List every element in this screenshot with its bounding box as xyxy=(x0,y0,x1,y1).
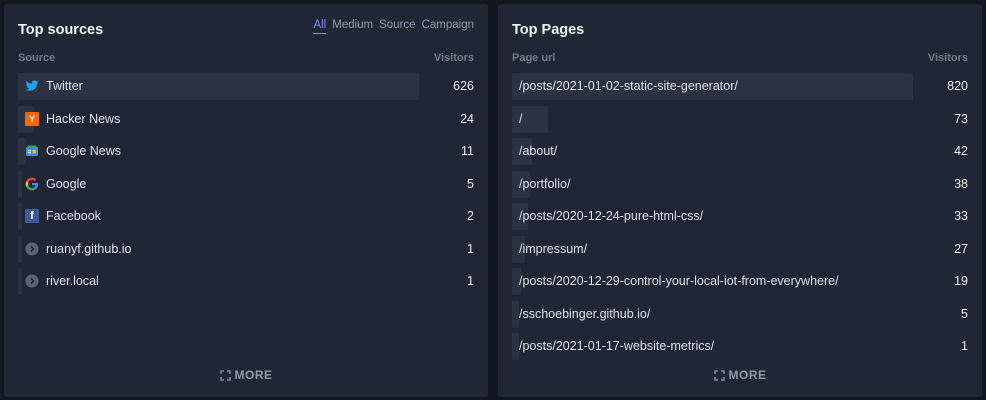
source-row[interactable]: f Facebook 2 xyxy=(18,201,474,234)
page-visitor-count: 1 xyxy=(961,339,968,353)
generic-site-icon xyxy=(25,274,39,288)
source-row[interactable]: Y Hacker News 24 xyxy=(18,104,474,137)
page-visitor-count: 5 xyxy=(961,306,968,321)
twitter-icon xyxy=(25,79,39,93)
page-visitor-count: 73 xyxy=(954,111,968,126)
page-url-column-header: Page url xyxy=(512,52,556,64)
source-label: Google News xyxy=(46,144,122,158)
source-visitor-count: 24 xyxy=(460,111,474,126)
source-row[interactable]: Twitter 626 xyxy=(18,71,474,104)
google-news-icon xyxy=(25,144,39,158)
page-row[interactable]: /sschoebinger.github.io/5 xyxy=(512,299,968,332)
expand-icon xyxy=(219,370,231,384)
page-visitor-count: 42 xyxy=(954,144,968,158)
page-label: /about/ xyxy=(519,144,558,158)
source-visitor-count: 1 xyxy=(467,274,474,288)
page-row[interactable]: /posts/2021-01-02-static-site-generator/… xyxy=(512,71,968,104)
source-share-bar xyxy=(18,203,22,230)
source-row[interactable]: Google 5 xyxy=(18,169,474,202)
source-label: Hacker News xyxy=(46,111,121,126)
tab-medium[interactable]: Medium xyxy=(332,19,373,34)
page-row[interactable]: /about/42 xyxy=(512,136,968,169)
page-label: /sschoebinger.github.io/ xyxy=(519,306,651,321)
visitors-column-header: Visitors xyxy=(433,52,474,64)
source-column-header: Source xyxy=(18,52,56,64)
page-visitor-count: 27 xyxy=(954,241,968,256)
source-row[interactable]: Google News 11 xyxy=(18,136,474,169)
page-label: /posts/2020-12-24-pure-html-css/ xyxy=(519,209,704,223)
source-row[interactable]: river.local 1 xyxy=(18,266,474,299)
source-label: Facebook xyxy=(46,209,101,223)
page-label: / xyxy=(519,111,523,126)
source-visitor-count: 626 xyxy=(453,79,474,93)
source-share-bar xyxy=(18,268,22,295)
source-share-bar xyxy=(18,235,22,263)
generic-site-icon xyxy=(25,242,39,256)
page-visitor-count: 820 xyxy=(947,79,968,93)
source-share-bar xyxy=(18,170,22,198)
google-icon xyxy=(25,177,39,191)
tab-source[interactable]: Source xyxy=(379,19,415,34)
page-row[interactable]: /posts/2020-12-24-pure-html-css/33 xyxy=(512,201,968,234)
facebook-icon: f xyxy=(25,209,39,223)
page-label: /portfolio/ xyxy=(519,176,571,191)
top-pages-title: Top Pages xyxy=(512,22,585,38)
page-label: /impressum/ xyxy=(519,241,588,256)
page-visitor-count: 33 xyxy=(954,209,968,223)
page-row[interactable]: /impressum/27 xyxy=(512,234,968,267)
sources-more-label: MORE xyxy=(234,368,273,382)
sources-more-button[interactable]: MORE xyxy=(4,368,488,384)
source-label: Google xyxy=(46,176,87,191)
source-label: ruanyf.github.io xyxy=(46,241,132,256)
source-tabs: All Medium Source Campaign xyxy=(313,19,474,34)
source-visitor-count: 1 xyxy=(467,241,474,256)
source-visitor-count: 5 xyxy=(467,176,474,191)
pages-more-label: MORE xyxy=(728,368,767,382)
page-label: /posts/2021-01-02-static-site-generator/ xyxy=(519,79,738,93)
source-list: Twitter 626 Y Hacker News 24 Google News 11 Goo… xyxy=(18,71,474,299)
page-visitor-count: 38 xyxy=(954,176,968,191)
page-share-bar xyxy=(512,333,519,360)
page-label: /posts/2021-01-17-website-metrics/ xyxy=(519,339,715,353)
page-list: /posts/2021-01-02-static-site-generator/… xyxy=(512,71,968,364)
page-row[interactable]: /posts/2020-12-29-control-your-local-iot… xyxy=(512,266,968,299)
tab-all[interactable]: All xyxy=(313,19,327,34)
page-row[interactable]: /portfolio/38 xyxy=(512,169,968,202)
source-visitor-count: 11 xyxy=(461,144,474,158)
source-label: river.local xyxy=(46,274,99,288)
page-row[interactable]: / 73 xyxy=(512,104,968,137)
source-visitor-count: 2 xyxy=(467,209,474,223)
pages-visitors-column-header: Visitors xyxy=(927,52,968,64)
source-row[interactable]: ruanyf.github.io 1 xyxy=(18,234,474,267)
page-share-bar xyxy=(512,105,548,133)
page-share-bar xyxy=(512,300,519,328)
top-pages-panel: Top Pages Page url Visitors /posts/2021-… xyxy=(498,4,982,397)
top-sources-title: Top sources xyxy=(18,22,104,38)
page-row[interactable]: /posts/2021-01-17-website-metrics/1 xyxy=(512,331,968,364)
hacker-news-icon: Y xyxy=(25,111,39,126)
expand-icon xyxy=(713,370,725,384)
page-visitor-count: 19 xyxy=(954,274,968,288)
top-sources-panel: Top sources All Medium Source Campaign S… xyxy=(4,4,488,397)
page-label: /posts/2020-12-29-control-your-local-iot… xyxy=(519,274,839,288)
pages-more-button[interactable]: MORE xyxy=(498,368,982,384)
source-label: Twitter xyxy=(46,79,83,93)
tab-campaign[interactable]: Campaign xyxy=(422,19,474,34)
